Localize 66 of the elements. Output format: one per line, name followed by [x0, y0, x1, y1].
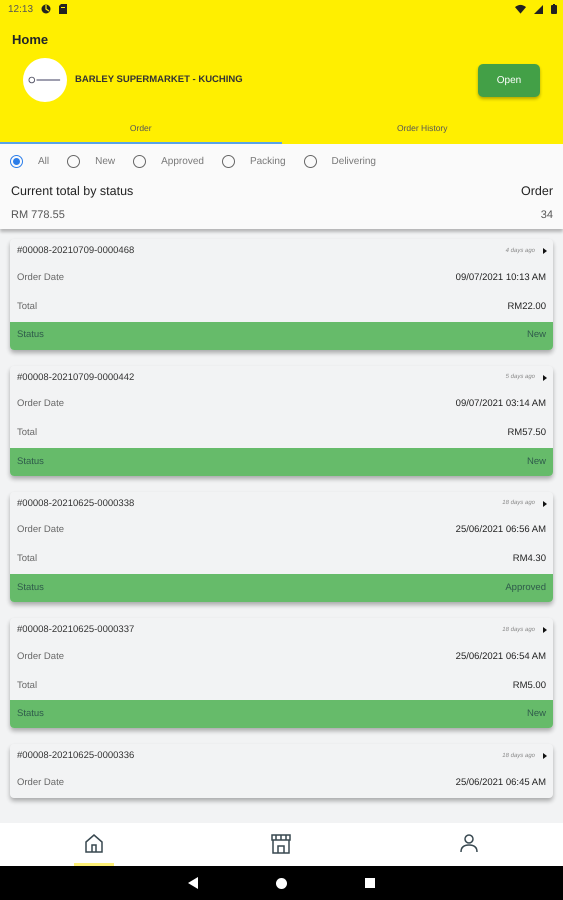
order-status: New	[526, 707, 546, 722]
caret-right-icon[interactable]	[543, 627, 547, 634]
field-label: Order Date	[17, 776, 64, 790]
order-id: #00008-20210625-0000336	[17, 749, 136, 764]
field-label: Order Date	[17, 397, 64, 412]
notification-icon	[41, 4, 52, 14]
field-label: Total	[17, 678, 38, 693]
order-status: New	[526, 328, 546, 342]
field-label: Order Date	[17, 270, 64, 285]
order-id: #00008-20210709-0000468	[17, 244, 136, 258]
page-title: Home	[11, 31, 50, 49]
status-time: 12:13	[8, 2, 34, 16]
caret-right-icon[interactable]	[543, 753, 547, 760]
summary-title: Current total by status	[11, 183, 134, 200]
order-count: 34	[540, 208, 553, 223]
field-label: Status	[17, 580, 44, 595]
order-count-label: Order	[521, 183, 553, 200]
home-button-icon[interactable]	[276, 878, 287, 888]
store-icon	[270, 832, 292, 854]
order-id: #00008-20210625-0000338	[17, 496, 136, 511]
field-label: Order Date	[17, 523, 64, 538]
field-label: Status	[17, 454, 44, 469]
radio-button[interactable]	[222, 154, 235, 168]
order-total: RM22.00	[507, 300, 546, 314]
order-status: Approved	[505, 580, 546, 595]
battery-icon	[551, 4, 557, 14]
order-total: RM57.50	[507, 426, 546, 440]
open-button[interactable]: Open	[478, 64, 540, 96]
store-name: BARLEY SUPERMARKET - KUCHING	[75, 72, 244, 87]
caret-right-icon[interactable]	[543, 248, 547, 254]
sd-card-icon	[59, 4, 68, 14]
order-date: 25/06/2021 06:56 AM	[456, 523, 546, 538]
order-total: RM4.30	[512, 552, 546, 566]
field-label: Total	[17, 426, 38, 440]
order-date: 09/07/2021 10:13 AM	[456, 270, 546, 285]
order-date: 25/06/2021 06:54 AM	[456, 650, 546, 664]
order-id: #00008-20210709-0000442	[17, 370, 136, 384]
signal-icon	[534, 4, 543, 14]
logo-icon	[28, 76, 62, 84]
total-amount: RM 778.55	[11, 208, 65, 223]
radio-label[interactable]: Packing	[250, 154, 286, 168]
tab[interactable]: Order History	[282, 114, 563, 144]
back-icon[interactable]	[188, 877, 198, 889]
profile-icon	[458, 832, 480, 854]
order-date: 25/06/2021 06:45 AM	[456, 776, 546, 790]
field-label: Status	[17, 328, 44, 342]
caret-right-icon[interactable]	[543, 500, 547, 507]
radio-label[interactable]: All	[38, 154, 50, 168]
radio-button[interactable]	[67, 154, 80, 168]
wifi-icon	[515, 4, 526, 14]
order-date: 09/07/2021 03:14 AM	[456, 397, 546, 412]
caret-right-icon[interactable]	[543, 374, 547, 381]
field-label: Order Date	[17, 650, 64, 664]
radio-button[interactable]	[304, 154, 317, 168]
order-id: #00008-20210625-0000337	[17, 623, 136, 637]
radio-label[interactable]: Approved	[161, 154, 204, 168]
field-label: Status	[17, 707, 44, 722]
order-status: New	[526, 454, 546, 469]
radio-label[interactable]: Delivering	[332, 154, 376, 168]
home-icon	[82, 832, 105, 854]
radio-button[interactable]	[133, 154, 146, 168]
radio-button[interactable]	[10, 154, 23, 168]
field-label: Total	[17, 300, 38, 314]
radio-label[interactable]: New	[95, 154, 116, 168]
field-label: Total	[17, 552, 38, 566]
order-total: RM5.00	[512, 678, 546, 693]
